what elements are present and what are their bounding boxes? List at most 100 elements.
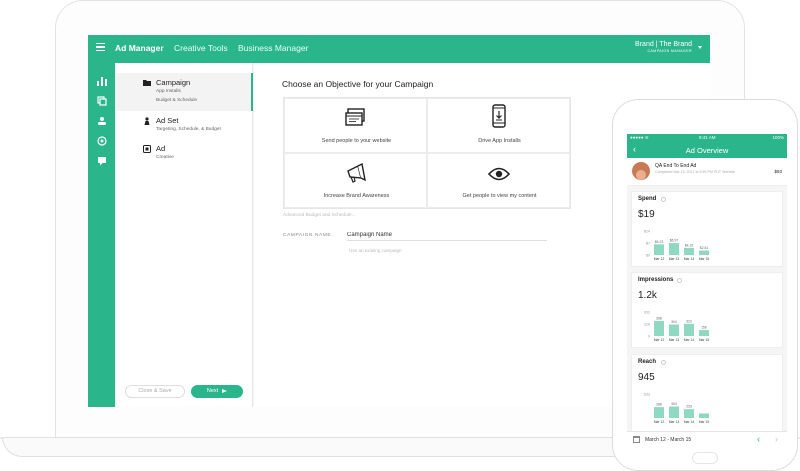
- chart-bar: [699, 250, 709, 255]
- x-tick-label: Mar 12: [654, 257, 665, 261]
- website-icon: [344, 108, 365, 126]
- info-icon[interactable]: [661, 360, 666, 365]
- page-title: Choose an Objective for your Campaign: [282, 79, 434, 89]
- objective-brand-awareness[interactable]: Increase Brand Awareness: [284, 153, 427, 208]
- objective-label: Send people to your website: [321, 138, 392, 144]
- card-title: Reach: [638, 359, 657, 365]
- step-ad-set[interactable]: Ad Set Targeting, Schedule, & Budget: [116, 111, 253, 139]
- next-button-label: Next: [206, 388, 219, 394]
- x-tick-label: Mar 13: [669, 338, 680, 342]
- info-icon[interactable]: [661, 197, 666, 202]
- person-icon: [144, 117, 150, 125]
- campaign-name-label: CAMPAIGN NAME: [283, 233, 332, 238]
- campaign-steps-panel: Campaign App Installs Budget & Schedule …: [116, 63, 253, 407]
- step-title: Campaign: [156, 78, 191, 87]
- objective-label: Increase Brand Awareness: [323, 193, 390, 199]
- date-range[interactable]: March 12 - March 15: [645, 437, 691, 443]
- use-existing-campaign-link[interactable]: Use an existing campaign: [349, 248, 402, 253]
- phone-download-icon: [491, 104, 506, 128]
- ad-meta: Completed Mar 15, 2017 at 5:59 PM PDT We…: [655, 170, 735, 174]
- bar-value-label: 323: [686, 319, 692, 323]
- advanced-budget-link[interactable]: Advanced Budget and Schedule...: [283, 213, 356, 218]
- bar-value-label: $6.97: [670, 239, 679, 243]
- objective-grid: Send people to your website Drive App In…: [283, 97, 571, 209]
- next-button[interactable]: Next: [191, 385, 243, 398]
- chart-bar: [684, 323, 694, 336]
- battery-level: 100%: [772, 135, 784, 140]
- spend-bar-chart: $14 $7 $0 $6.23 Mar 12 $6.97 Mar 13 $4.15 Mar 14…: [644, 230, 709, 262]
- bar-value-label: 288: [656, 403, 662, 407]
- step-title: Ad Set: [156, 116, 179, 125]
- eye-icon: [487, 167, 510, 181]
- calendar-icon[interactable]: [633, 436, 640, 443]
- signal-strength: ●●●●● ≋: [630, 135, 649, 140]
- target-icon[interactable]: [97, 136, 107, 146]
- impressions-bar-chart: 633 316 0 398 Mar 12 304 Mar 13 323 Mar 14 156 Mar…: [644, 311, 709, 343]
- arrow-right-icon: [222, 389, 228, 393]
- info-icon[interactable]: [677, 278, 682, 283]
- objective-website[interactable]: Send people to your website: [284, 98, 427, 153]
- phone-frame: ●●●●● ≋ 9:41 AM 100% ‹ Ad Overview QA En…: [612, 99, 798, 471]
- brand-name: Brand | The Brand: [635, 41, 692, 48]
- step-campaign[interactable]: Campaign App Installs Budget & Schedule: [116, 73, 253, 111]
- chart-bar: [684, 247, 694, 255]
- x-tick-label: Mar 13: [669, 257, 680, 261]
- x-tick-label: Mar 14: [684, 257, 695, 261]
- home-indicator: [692, 452, 718, 464]
- step-subtitle: Creative: [156, 155, 174, 160]
- y-tick-label: 633: [644, 393, 650, 397]
- hamburger-menu-icon[interactable]: [96, 43, 105, 51]
- card-value: $19: [638, 209, 655, 220]
- step-ad[interactable]: Ad Creative: [116, 139, 253, 167]
- objective-label: Get people to view my content: [462, 193, 537, 199]
- brand-switcher[interactable]: Brand | The Brand CAMPAIGN MANAGER: [635, 41, 692, 53]
- x-tick-label: Mar 12: [654, 420, 665, 424]
- nav-ad-manager[interactable]: Ad Manager: [115, 43, 164, 53]
- reach-card: Reach 945 633 288 Mar 12 304 Mar 13 233 Mar 14…: [631, 354, 783, 434]
- nav-business-manager[interactable]: Business Manager: [238, 43, 308, 53]
- campaign-name-input[interactable]: [347, 229, 547, 241]
- x-tick-label: Mar 15: [699, 420, 710, 424]
- bar-value-label: 233: [686, 405, 692, 409]
- phone-screen: ●●●●● ≋ 9:41 AM 100% ‹ Ad Overview QA En…: [627, 134, 787, 447]
- objective-app-installs[interactable]: Drive App Installs: [427, 98, 570, 153]
- impressions-card: Impressions 1.2k 633 316 0 398 Mar 12 304 Mar …: [631, 272, 783, 348]
- chart-bar: [654, 407, 664, 418]
- card-value: 945: [638, 372, 655, 383]
- card-title: Spend: [638, 196, 657, 202]
- bar-chart-icon[interactable]: [97, 76, 107, 86]
- bar-value-label: 304: [671, 402, 677, 406]
- stage: Ad Manager Creative Tools Business Manag…: [0, 0, 800, 471]
- chevron-right-icon[interactable]: ›: [775, 434, 778, 444]
- phone-header: ‹ Ad Overview: [627, 142, 787, 158]
- ad-summary-row[interactable]: QA End To End Ad Completed Mar 15, 2017 …: [627, 158, 787, 186]
- x-tick-label: Mar 13: [669, 420, 680, 424]
- icon-sidebar: [88, 63, 115, 407]
- chart-bar: [654, 244, 664, 255]
- bar-value-label: $2.61: [700, 246, 709, 250]
- step-title: Ad: [156, 144, 166, 153]
- brand-subtitle: CAMPAIGN MANAGER: [647, 49, 692, 53]
- objective-label: Drive App Installs: [478, 138, 521, 144]
- layers-icon[interactable]: [97, 96, 107, 106]
- y-tick-label: 633: [644, 311, 650, 315]
- x-tick-label: Mar 14: [684, 420, 695, 424]
- people-icon[interactable]: [97, 116, 107, 126]
- y-tick-label: $7: [646, 242, 650, 246]
- phone-status-bar: ●●●●● ≋ 9:41 AM 100%: [627, 134, 787, 142]
- nav-creative-tools[interactable]: Creative Tools: [174, 43, 228, 53]
- message-icon[interactable]: [97, 156, 107, 166]
- bar-value-label: 156: [701, 326, 707, 330]
- chart-bar: [654, 320, 664, 336]
- phone-page-title: Ad Overview: [685, 146, 729, 155]
- bar-value-label: 398: [656, 316, 662, 320]
- bar-value-label: $6.23: [655, 240, 664, 244]
- objective-view-content[interactable]: Get people to view my content: [427, 153, 570, 208]
- close-and-save-button[interactable]: Close & Save: [125, 385, 185, 398]
- bar-value-label: $4.15: [685, 243, 694, 247]
- spend-card: Spend $19 $14 $7 $0 $6.23 Mar 12 $6.97 Mar 13 $…: [631, 191, 783, 267]
- status-time: 9:41 AM: [699, 135, 716, 140]
- chart-bar: [669, 324, 679, 336]
- chevron-down-icon[interactable]: [698, 46, 702, 49]
- chevron-left-icon[interactable]: ‹: [757, 434, 760, 444]
